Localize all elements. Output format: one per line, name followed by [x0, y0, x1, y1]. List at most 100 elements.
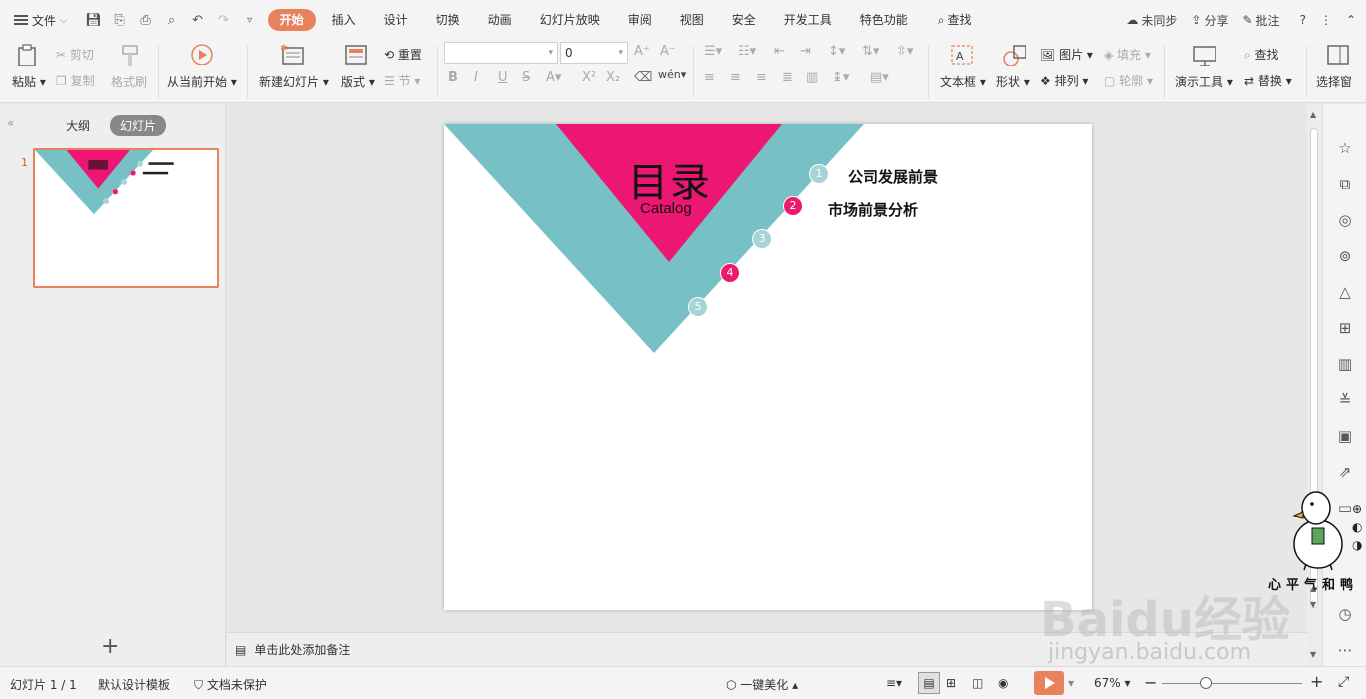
arrange-button[interactable]: ❖ 排列 ▾	[1040, 72, 1088, 89]
increase-font-icon[interactable]: A⁺	[634, 44, 650, 59]
zoom-in-icon[interactable]: +	[1310, 672, 1323, 691]
font-name-select[interactable]: ▾	[444, 42, 558, 64]
reset-button[interactable]: ⟲ 重置	[384, 46, 422, 63]
comment-button[interactable]: ✎ 批注	[1242, 12, 1279, 29]
font-size-select[interactable]: 0 ▾	[560, 42, 628, 64]
subscript-icon[interactable]: X₂	[606, 70, 620, 85]
normal-view-icon[interactable]: ▤	[918, 672, 940, 694]
export-icon[interactable]: ⎘	[110, 13, 130, 28]
zoom-slider[interactable]	[1162, 683, 1302, 684]
columns-icon[interactable]: ▤▾	[870, 70, 889, 85]
tab-slides[interactable]: 幻灯片	[110, 115, 167, 136]
more-tools-icon[interactable]: ⋯	[1335, 640, 1355, 660]
beautify-button[interactable]: ⬡ 一键美化 ▴	[726, 676, 798, 693]
bullet-3[interactable]: 3	[752, 229, 772, 249]
scroll-down-icon[interactable]: ▼	[1310, 650, 1316, 659]
bullet-list-icon[interactable]: ☰▾	[704, 44, 722, 59]
collapse-ribbon-icon[interactable]: ⌃	[1346, 13, 1356, 27]
tab-slideshow[interactable]: 幻灯片放映	[528, 9, 612, 31]
fit-window-icon[interactable]: ⤢	[1338, 674, 1349, 690]
tab-transition[interactable]: 切换	[424, 9, 472, 31]
collapse-panel-icon[interactable]: «	[7, 116, 14, 130]
history-icon[interactable]: ◷	[1335, 604, 1355, 624]
tab-view[interactable]: 视图	[668, 9, 716, 31]
font-color-icon[interactable]: A▾	[546, 70, 561, 85]
slide-thumbnail[interactable]	[33, 148, 219, 288]
align-left-icon[interactable]: ≡	[704, 70, 715, 85]
item-text-1[interactable]: 公司发展前景	[848, 166, 938, 187]
cut-button[interactable]: ✂ 剪切	[56, 46, 94, 63]
grid-icon[interactable]: ⊞	[1335, 318, 1355, 338]
decrease-font-icon[interactable]: A⁻	[660, 44, 676, 59]
zoom-out-icon[interactable]: −	[1144, 673, 1157, 692]
bold-icon[interactable]: B	[448, 70, 458, 85]
image-icon[interactable]: ▣	[1335, 426, 1355, 446]
italic-icon[interactable]: I	[474, 70, 478, 85]
redo-icon[interactable]: ↷	[214, 13, 234, 28]
bullet-5[interactable]: 5	[688, 297, 708, 317]
chart-icon[interactable]: ▥	[1335, 354, 1355, 374]
location-icon[interactable]: ⊚	[1335, 246, 1355, 266]
slide-subtitle[interactable]: Catalog	[640, 200, 692, 217]
bullet-4[interactable]: 4	[720, 263, 740, 283]
scroll-up-icon[interactable]: ▲	[1310, 110, 1316, 119]
outline-button[interactable]: ▢ 轮廓 ▾	[1104, 72, 1153, 89]
numbered-list-icon[interactable]: ☷▾	[738, 44, 756, 59]
superscript-icon[interactable]: X²	[582, 70, 596, 85]
share-button[interactable]: ⇪ 分享	[1191, 12, 1228, 29]
layout-button[interactable]: 版式 ▾	[341, 73, 375, 90]
tab-review[interactable]: 审阅	[616, 9, 664, 31]
align-right-icon[interactable]: ≡	[756, 70, 767, 85]
from-current-button[interactable]: 从当前开始 ▾	[167, 73, 237, 90]
line-spacing-icon[interactable]: ↕▾	[828, 44, 845, 59]
underline-icon[interactable]: U	[498, 70, 508, 85]
help-icon[interactable]: ?	[1300, 13, 1306, 27]
play-options-icon[interactable]: ▾	[1068, 676, 1074, 690]
zoom-slider-knob[interactable]	[1200, 677, 1212, 689]
align-center-icon[interactable]: ≡	[730, 70, 741, 85]
more-icon[interactable]: ⋮	[1320, 13, 1332, 27]
textbox-button[interactable]: 文本框 ▾	[940, 73, 986, 90]
sync-button[interactable]: ☁ 未同步	[1126, 12, 1177, 29]
format-painter-button[interactable]: 格式刷	[111, 73, 147, 90]
tab-insert[interactable]: 插入	[320, 9, 368, 31]
find-button[interactable]: ⌕ 查找	[1244, 46, 1279, 63]
undo-icon[interactable]: ↶	[188, 13, 208, 28]
distribute-icon[interactable]: ▥	[806, 70, 818, 85]
pin-icon[interactable]: ☆	[1335, 138, 1355, 158]
object-icon[interactable]: ⧉	[1335, 174, 1355, 194]
shape-button[interactable]: 形状 ▾	[996, 73, 1030, 90]
tab-special[interactable]: 特色功能	[848, 9, 920, 31]
clear-format-icon[interactable]: ⌫	[634, 70, 652, 85]
tab-search[interactable]: ⌕ 查找	[926, 9, 984, 31]
increase-indent-icon[interactable]: ⇥	[800, 44, 811, 59]
select-pane-button[interactable]: 选择窗	[1316, 73, 1352, 90]
print-preview-icon[interactable]: ⌕	[162, 13, 182, 28]
tab-home[interactable]: 开始	[267, 9, 316, 31]
sorter-view-icon[interactable]: ⊞	[946, 676, 956, 690]
print-icon[interactable]: ⎙	[136, 13, 156, 28]
tab-security[interactable]: 安全	[720, 9, 768, 31]
notes-toggle-icon[interactable]: ≡▾	[886, 676, 902, 690]
share-out-icon[interactable]: ⇗	[1335, 462, 1355, 482]
paste-button[interactable]: 粘贴 ▾	[12, 73, 46, 90]
section-button[interactable]: ☰ 节 ▾	[384, 72, 420, 89]
strikethrough-icon[interactable]: S	[522, 70, 530, 85]
align-text-icon[interactable]: ⇳▾	[896, 44, 913, 59]
text-direction-icon[interactable]: ⇅▾	[862, 44, 879, 59]
page-down-icon[interactable]: ▼	[1310, 600, 1316, 609]
add-circle-icon[interactable]: ⊕	[1352, 500, 1366, 518]
present-tools-button[interactable]: 演示工具 ▾	[1175, 73, 1233, 90]
play-slideshow-button[interactable]	[1034, 671, 1064, 695]
customize-icon[interactable]: ▿	[240, 15, 260, 26]
slide-canvas[interactable]: 目录 Catalog 1 2 3 4 5 公司发展前景 市场前景分析	[444, 124, 1092, 610]
shapes-icon[interactable]: ◎	[1335, 210, 1355, 230]
triangle-icon[interactable]: △	[1335, 282, 1355, 302]
tab-outline[interactable]: 大纲	[56, 115, 100, 136]
phonetic-icon[interactable]: wén▾	[658, 68, 686, 81]
contrast-icon[interactable]: ◐	[1352, 518, 1366, 536]
save-icon[interactable]: 💾︎	[84, 13, 104, 28]
copy-button[interactable]: ❐ 复制	[56, 72, 95, 89]
file-menu[interactable]: 文件 ⌵	[0, 0, 76, 40]
reading-view-icon[interactable]: ◫	[972, 676, 983, 690]
